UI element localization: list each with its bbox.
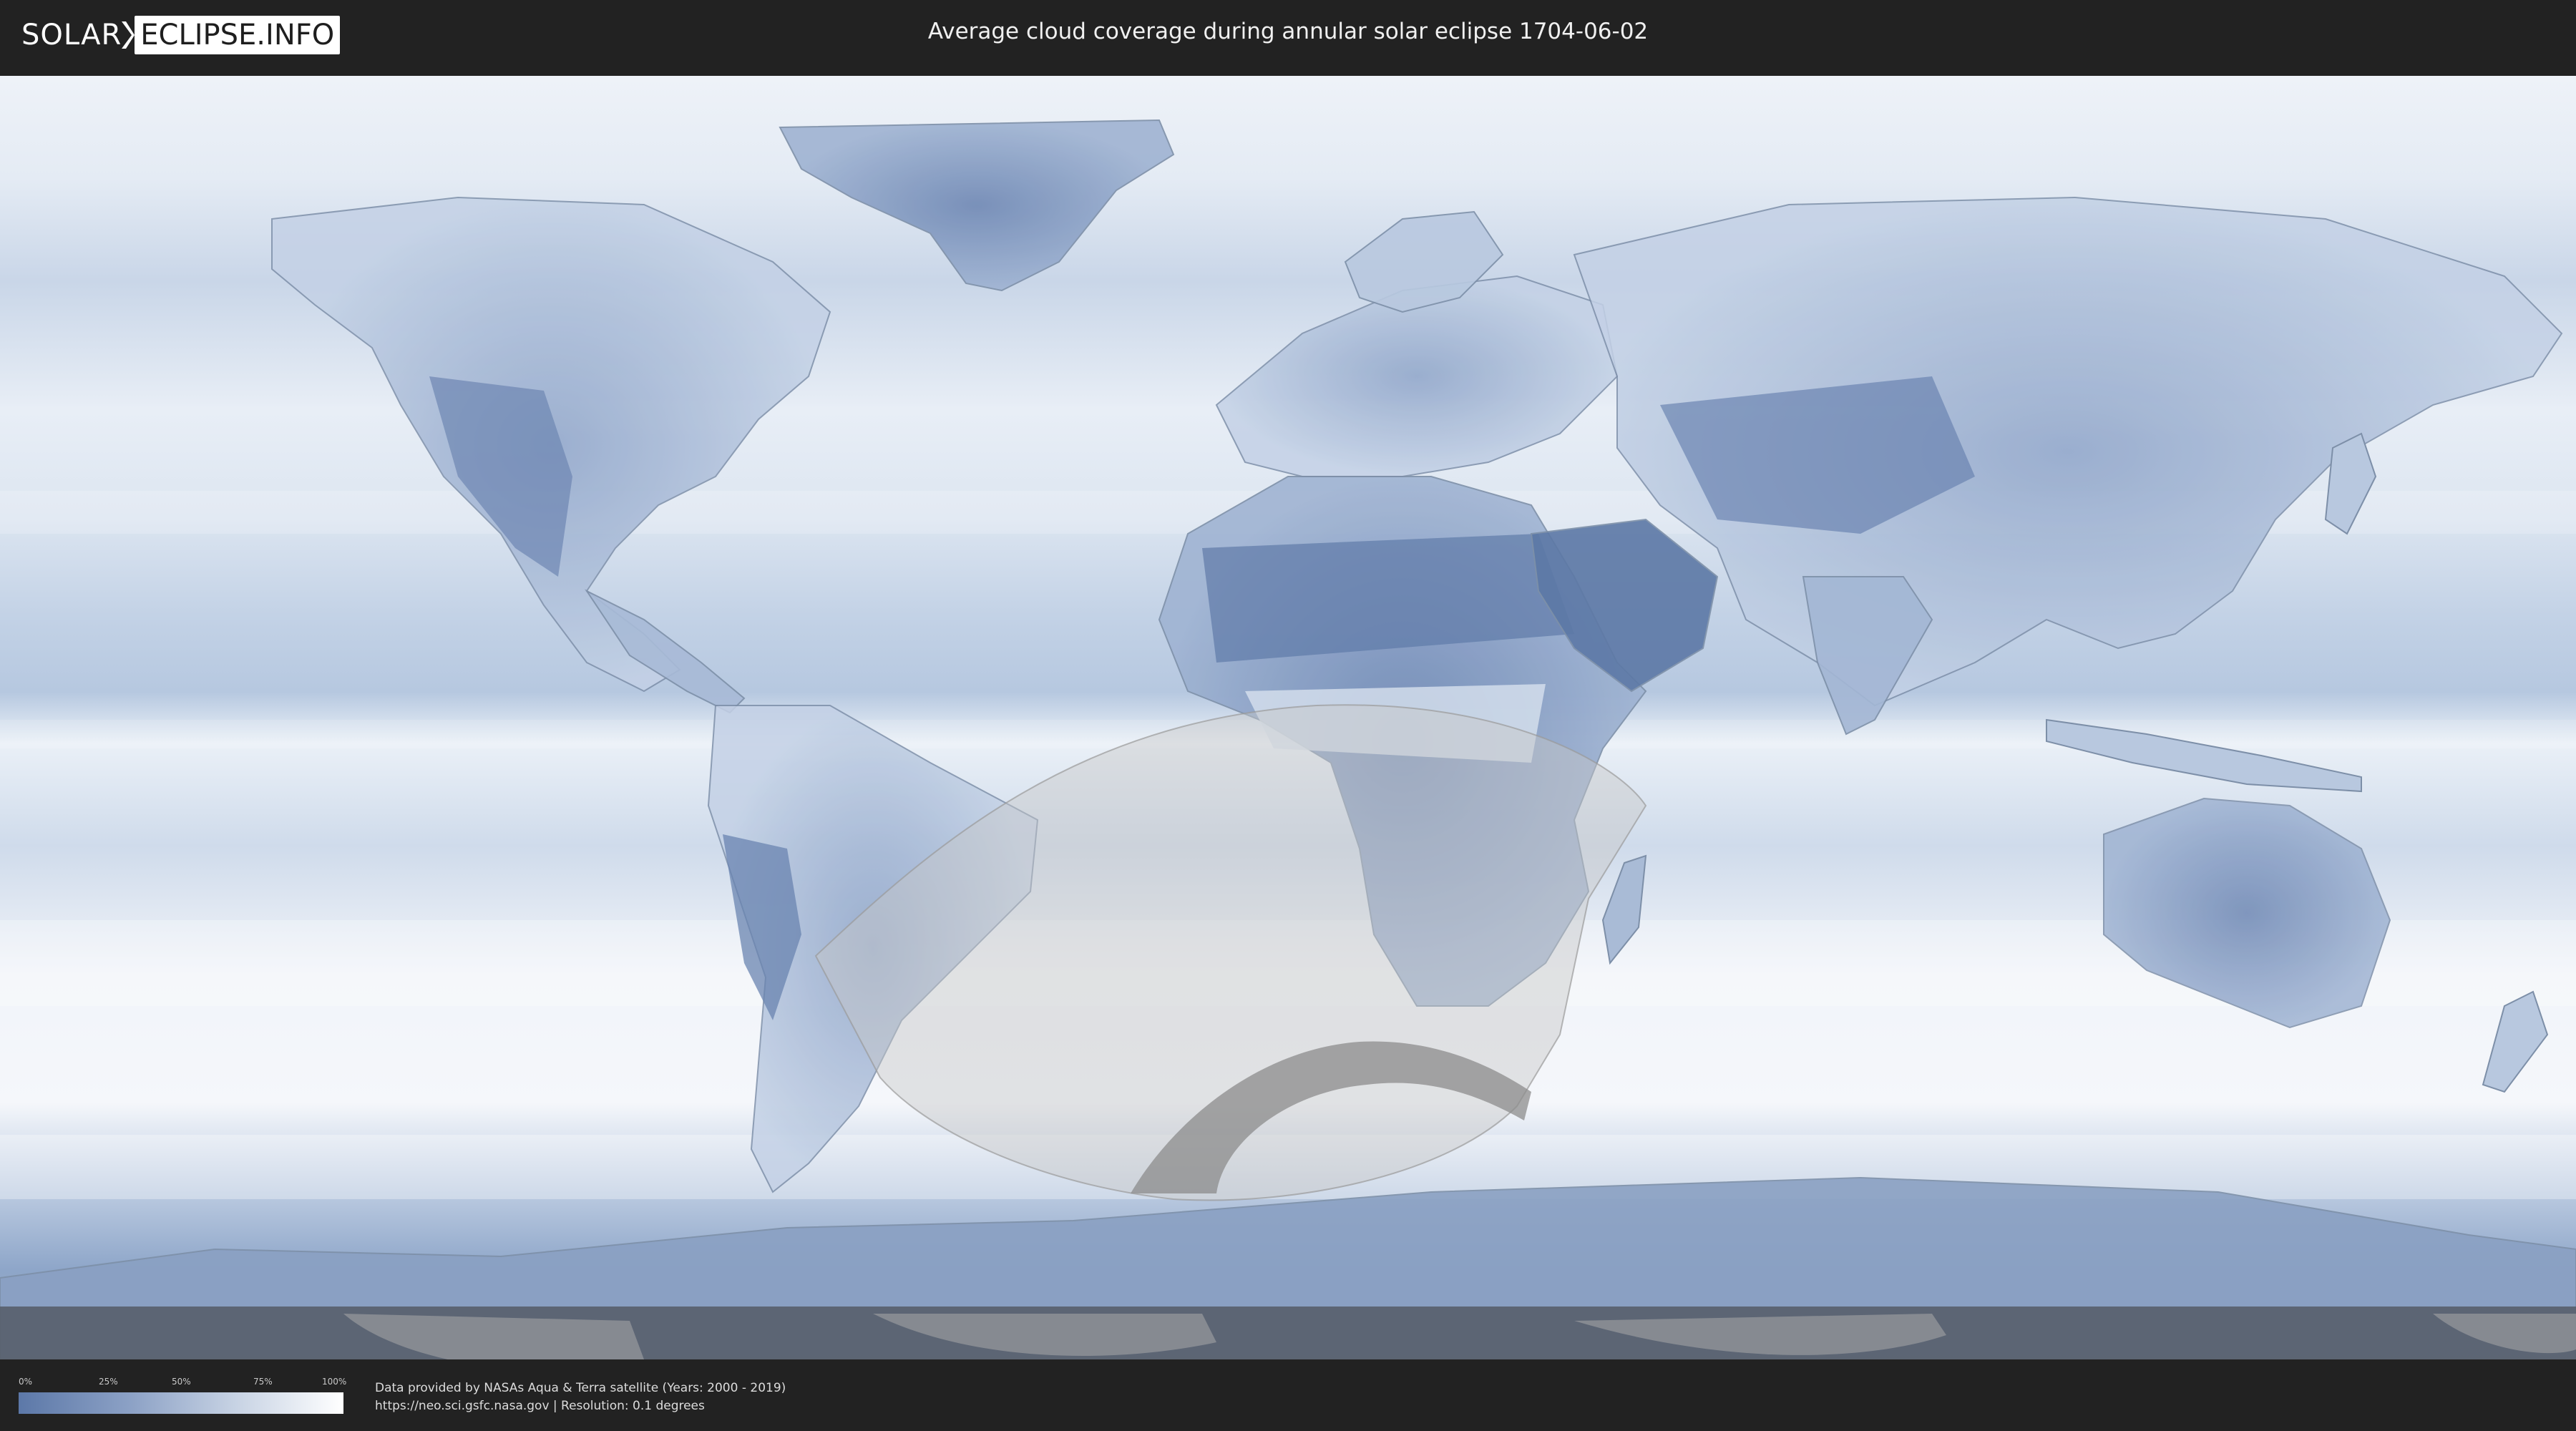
legend-tick-0: 0% xyxy=(19,1377,33,1387)
top-bar: SOLAR ECLIPSE.INFO Average cloud coverag… xyxy=(0,0,2576,70)
legend-tick-25: 25% xyxy=(99,1377,118,1387)
legend-tick-75: 75% xyxy=(253,1377,273,1387)
footer: 0% 25% 50% 75% 100% Data provided by NAS… xyxy=(0,1359,2576,1431)
source-link[interactable]: https://neo.sci.gsfc.nasa.gov | Resoluti… xyxy=(375,1397,786,1415)
credit-line: Data provided by NASAs Aqua & Terra sate… xyxy=(375,1381,786,1395)
legend-tick-100: 100% xyxy=(322,1377,347,1387)
page-title: Average cloud coverage during annular so… xyxy=(927,19,1649,44)
legend-color-bar xyxy=(19,1392,343,1414)
data-credits: Data provided by NASAs Aqua & Terra sate… xyxy=(375,1379,786,1415)
map-canvas xyxy=(0,76,2576,1359)
legend-tick-50: 50% xyxy=(172,1377,191,1387)
legend-ticks: 0% 25% 50% 75% 100% xyxy=(19,1377,347,1388)
cloud-coverage-legend: 0% 25% 50% 75% 100% xyxy=(19,1377,347,1414)
cloud-coverage-map[interactable] xyxy=(0,76,2576,1359)
